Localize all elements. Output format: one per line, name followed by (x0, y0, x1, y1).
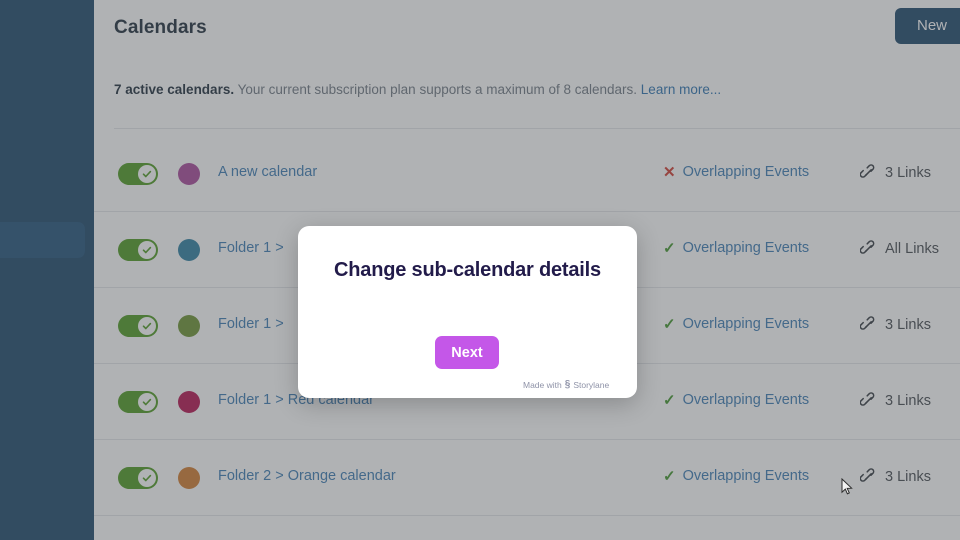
plan-description: Your current subscription plan supports … (234, 82, 641, 97)
storylane-badge-prefix: Made with (523, 379, 562, 390)
link-icon (860, 240, 875, 254)
links-count-label: All Links (885, 240, 939, 257)
page-header: Calendars New (94, 0, 960, 58)
new-calendar-button[interactable]: New (895, 8, 960, 44)
calendar-enable-toggle[interactable] (118, 315, 158, 337)
links-cell[interactable]: 3 Links (860, 164, 931, 181)
sidebar (0, 0, 94, 540)
calendar-color-swatch[interactable] (178, 467, 200, 489)
storylane-badge[interactable]: Made with § Storylane (523, 379, 609, 390)
overlapping-events-cell[interactable]: ✕ Overlapping Events (663, 164, 809, 180)
overlapping-events-label: Overlapping Events (682, 164, 810, 180)
calendar-name-link[interactable]: A new calendar (218, 164, 317, 180)
check-icon: ✓ (663, 467, 676, 485)
toggle-knob (138, 393, 156, 411)
check-icon (142, 170, 152, 178)
calendar-name-link[interactable]: Folder 1 > (218, 316, 284, 332)
toggle-knob (138, 469, 156, 487)
calendar-color-swatch[interactable] (178, 391, 200, 413)
header-divider (114, 128, 960, 129)
link-icon (860, 468, 875, 482)
overlapping-events-label: Overlapping Events (682, 392, 810, 408)
toggle-knob (138, 241, 156, 259)
links-count-label: 3 Links (885, 468, 931, 485)
check-icon (142, 322, 152, 330)
mouse-cursor (841, 478, 853, 495)
check-icon: ✓ (663, 315, 676, 333)
tour-title: Change sub-calendar details (334, 259, 601, 281)
calendar-enable-toggle[interactable] (118, 239, 158, 261)
overlapping-events-cell[interactable]: ✓ Overlapping Events (663, 468, 809, 484)
toggle-knob (138, 317, 156, 335)
calendar-name-link[interactable]: Folder 2 > Orange calendar (218, 468, 396, 484)
links-cell[interactable]: All Links (860, 240, 939, 257)
calendar-name-link[interactable]: Folder 1 > (218, 240, 284, 256)
links-cell[interactable]: 3 Links (860, 316, 931, 333)
calendar-color-swatch[interactable] (178, 239, 200, 261)
overlapping-events-label: Overlapping Events (682, 468, 810, 484)
links-cell[interactable]: 3 Links (860, 392, 931, 409)
page-title: Calendars (114, 17, 207, 38)
plan-notice: 7 active calendars. Your current subscri… (114, 82, 721, 97)
overlapping-events-cell[interactable]: ✓ Overlapping Events (663, 240, 809, 256)
check-icon: ✓ (663, 239, 676, 257)
storylane-badge-brand: Storylane (573, 379, 610, 390)
tour-tooltip-modal: Change sub-calendar details Next Made wi… (298, 226, 637, 398)
links-count-label: 3 Links (885, 392, 931, 409)
check-icon (142, 398, 152, 406)
link-icon (860, 316, 875, 330)
link-icon (860, 392, 875, 406)
sidebar-item-calendars[interactable] (0, 222, 85, 258)
links-count-label: 3 Links (885, 316, 931, 333)
links-count-label: 3 Links (885, 164, 931, 181)
table-row: A new calendar ✕ Overlapping Events 3 Li… (94, 136, 960, 212)
calendar-enable-toggle[interactable] (118, 163, 158, 185)
check-icon: ✓ (663, 391, 676, 409)
storylane-logo-icon: § (564, 379, 571, 390)
table-row: Folder 2 > Orange calendar ✓ Overlapping… (94, 440, 960, 516)
overlapping-events-label: Overlapping Events (682, 316, 810, 332)
cross-icon: ✕ (663, 163, 676, 181)
link-icon (860, 164, 875, 178)
learn-more-link[interactable]: Learn more... (641, 82, 721, 97)
active-calendars-count: 7 active calendars. (114, 82, 235, 97)
calendar-color-swatch[interactable] (178, 163, 200, 185)
calendar-color-swatch[interactable] (178, 315, 200, 337)
app-root: Calendars New 7 active calendars. Your c… (0, 0, 960, 540)
links-cell[interactable]: 3 Links (860, 468, 931, 485)
calendar-enable-toggle[interactable] (118, 467, 158, 489)
check-icon (142, 474, 152, 482)
overlapping-events-label: Overlapping Events (682, 240, 810, 256)
check-icon (142, 246, 152, 254)
tour-next-button[interactable]: Next (435, 336, 499, 369)
overlapping-events-cell[interactable]: ✓ Overlapping Events (663, 316, 809, 332)
overlapping-events-cell[interactable]: ✓ Overlapping Events (663, 392, 809, 408)
calendar-enable-toggle[interactable] (118, 391, 158, 413)
toggle-knob (138, 165, 156, 183)
